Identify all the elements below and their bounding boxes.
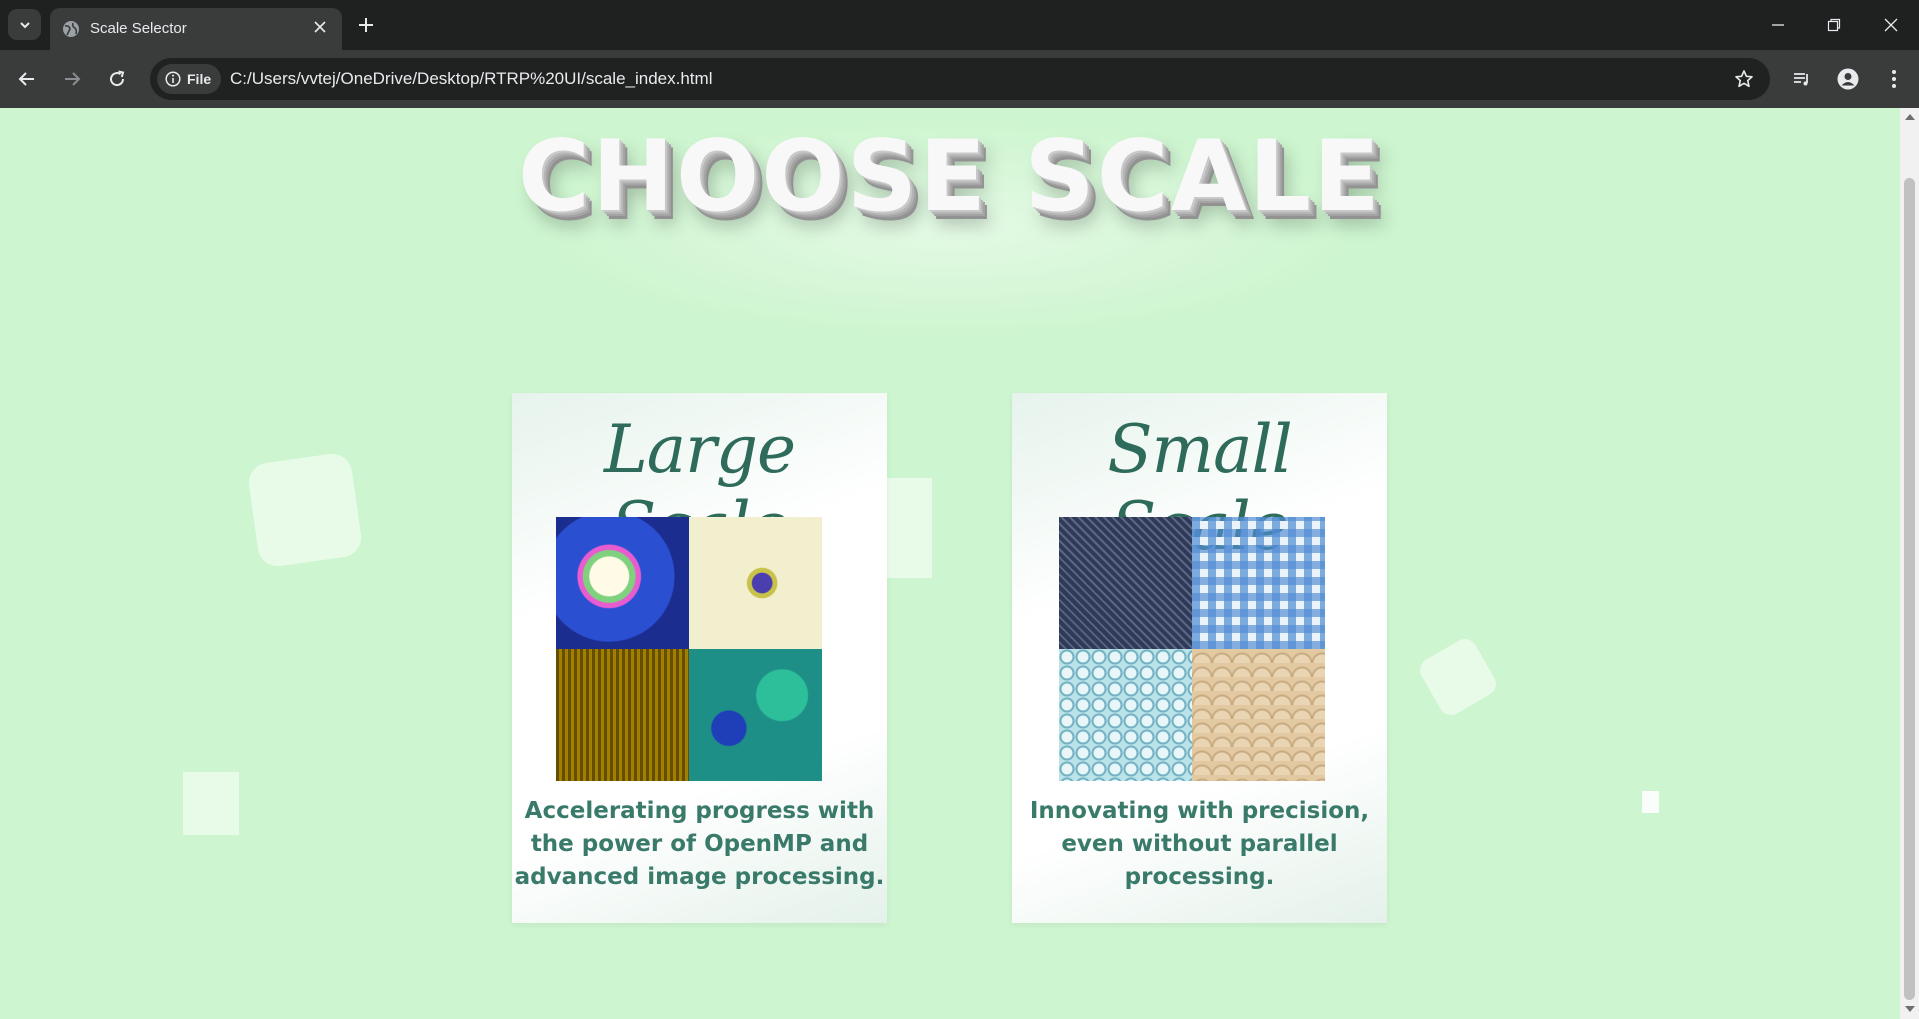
back-button[interactable] — [11, 63, 43, 95]
tab-strip: Scale Selector — [0, 0, 1919, 50]
plaid-yellow-tile — [556, 649, 689, 781]
minimize-button[interactable] — [1758, 10, 1798, 40]
site-info-label: File — [187, 71, 212, 87]
new-tab-button[interactable] — [353, 12, 379, 38]
scroll-up-arrow-icon[interactable] — [1905, 114, 1915, 120]
close-icon — [1884, 18, 1898, 32]
minimize-icon — [1772, 24, 1784, 26]
globe-icon — [63, 21, 79, 37]
address-bar[interactable]: File C:/Users/vvtej/OneDrive/Desktop/RTR… — [150, 58, 1770, 100]
restore-button[interactable] — [1814, 10, 1854, 40]
small-scale-caption: Innovating with precision, even without … — [1012, 795, 1387, 894]
close-tab-icon[interactable] — [310, 17, 330, 37]
media-controls-button[interactable] — [1786, 63, 1818, 95]
forward-button[interactable] — [56, 63, 88, 95]
tab-search-button[interactable] — [8, 9, 41, 40]
url-text[interactable]: C:/Users/vvtej/OneDrive/Desktop/RTRP%20U… — [230, 69, 712, 89]
small-scale-image — [1059, 517, 1325, 781]
arrow-right-icon — [65, 72, 81, 86]
browser-toolbar: File C:/Users/vvtej/OneDrive/Desktop/RTR… — [0, 50, 1919, 108]
scroll-down-arrow-icon[interactable] — [1905, 1006, 1915, 1012]
site-info-chip[interactable]: File — [157, 64, 222, 94]
reload-button[interactable] — [101, 63, 133, 95]
large-scale-card[interactable]: Large Scale Accelerating progress with t… — [512, 393, 887, 923]
large-scale-caption: Accelerating progress with the power of … — [512, 795, 887, 894]
info-icon — [165, 71, 181, 87]
profile-icon — [1837, 68, 1859, 90]
playlist-icon — [1794, 73, 1808, 86]
caption-line: Accelerating progress with — [524, 798, 875, 824]
pattern-gingham-tile — [1192, 517, 1325, 649]
arrow-left-icon — [18, 72, 34, 86]
menu-button[interactable] — [1878, 63, 1910, 95]
reload-icon — [110, 70, 125, 87]
more-vertical-icon — [1892, 70, 1896, 88]
pattern-circles-tile — [1059, 649, 1192, 781]
chevron-down-icon — [19, 21, 30, 28]
page-viewport: CHOOSE SCALE Large Scale Accelerating pr… — [0, 108, 1900, 1019]
decorative-square — [183, 772, 239, 835]
bookmark-star-icon[interactable] — [1732, 67, 1756, 91]
large-scale-image — [556, 517, 822, 781]
profile-button[interactable] — [1832, 63, 1864, 95]
page-title: CHOOSE SCALE — [518, 120, 1382, 234]
decorative-square — [1642, 791, 1659, 813]
vertical-scrollbar[interactable] — [1900, 108, 1919, 1019]
scroll-thumb[interactable] — [1904, 178, 1915, 1000]
decorative-square — [1415, 634, 1501, 720]
caption-line: processing. — [1124, 864, 1275, 890]
fractal-cream-tile — [689, 517, 822, 649]
caption-line: Innovating with precision, — [1029, 798, 1370, 824]
small-scale-card[interactable]: Small Scale Innovating with precision, e… — [1012, 393, 1387, 923]
plus-icon — [359, 18, 373, 32]
decorative-square — [246, 451, 364, 569]
fractal-teal-tile — [689, 649, 822, 781]
active-tab[interactable]: Scale Selector — [50, 8, 342, 50]
caption-line: advanced image processing. — [514, 864, 885, 890]
pattern-scales-tile — [1192, 649, 1325, 781]
close-window-button[interactable] — [1871, 10, 1911, 40]
tab-title: Scale Selector — [90, 20, 187, 37]
caption-line: even without parallel — [1061, 831, 1338, 857]
caption-line: the power of OpenMP and — [530, 831, 869, 857]
fractal-blue-tile — [556, 517, 689, 649]
pattern-navy-tile — [1059, 517, 1192, 649]
decorative-square — [880, 478, 932, 578]
restore-icon — [1827, 18, 1841, 32]
